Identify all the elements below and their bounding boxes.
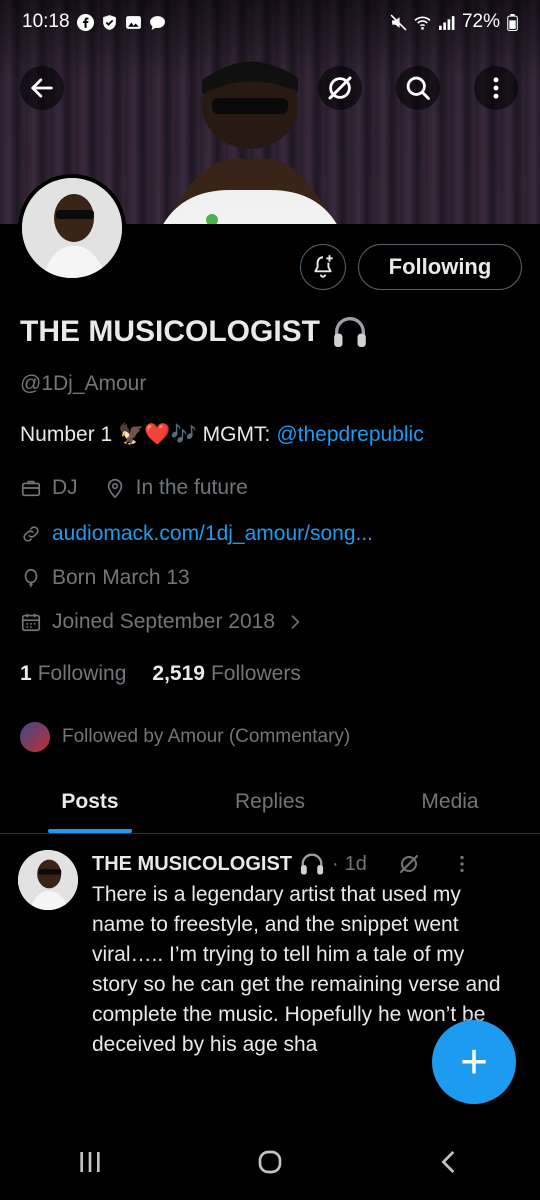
tab-replies[interactable]: Replies [180, 770, 360, 833]
profile-name-text: THE MUSICOLOGIST [20, 315, 320, 348]
bio-text: Number 1 [20, 423, 113, 446]
chat-icon [149, 15, 165, 30]
post-author[interactable]: THE MUSICOLOGIST [92, 853, 292, 876]
profile-category: DJ [52, 476, 78, 499]
followed-by-text: Followed by Amour (Commentary) [62, 726, 351, 747]
balloon-icon [24, 568, 38, 588]
follower-avatar [18, 720, 52, 754]
more-button[interactable] [474, 66, 518, 110]
following-button[interactable]: Following [358, 244, 522, 290]
grok-button[interactable] [318, 66, 362, 110]
battery-percent: 72% [461, 11, 500, 32]
notifications-button[interactable] [300, 244, 346, 290]
battery-icon [507, 13, 518, 31]
post-time: 1d [344, 852, 367, 875]
profile-meta-joined[interactable]: Joined September 2018 [20, 610, 305, 634]
profile-website-link[interactable]: audiomack.com/1dj_amour/song... [52, 522, 373, 546]
bio-mention-link[interactable]: @thepdrepublic [276, 423, 423, 447]
headphones-icon [300, 853, 324, 875]
profile-name: THE MUSICOLOGIST [20, 312, 370, 352]
profile-meta-birthday: Born March 13 [20, 566, 190, 590]
profile-joined: Joined September 2018 [52, 610, 275, 633]
profile-bio: Number 1 🦅❤️🎶 MGMT: @thepdrepublic [20, 423, 424, 447]
post-header: THE MUSICOLOGIST · 1d [92, 850, 522, 878]
chevron-right-icon [291, 615, 300, 629]
mute-icon [390, 13, 407, 31]
back-nav-icon[interactable] [430, 1142, 470, 1182]
bio-mgmt: MGMT: [202, 423, 271, 446]
profile-avatar[interactable] [18, 174, 126, 282]
tab-posts[interactable]: Posts [0, 770, 180, 833]
profile-birthday: Born March 13 [52, 566, 190, 589]
tab-media[interactable]: Media [360, 770, 540, 833]
profile-meta-category-location: DJ In the future [20, 476, 248, 500]
followers-label: Followers [210, 662, 301, 685]
system-nav-bar [0, 1124, 540, 1200]
recent-apps-icon[interactable] [70, 1142, 110, 1182]
post-avatar-photo [18, 850, 78, 910]
following-count: 1 [20, 662, 32, 685]
profile-tabs: Posts Replies Media [0, 770, 540, 834]
post-text: There is a legendary artist that used my… [92, 883, 501, 1056]
calendar-icon [21, 613, 41, 632]
follow-counts: 1 Following 2,519 Followers [20, 662, 301, 686]
status-time: 10:18 [22, 11, 70, 32]
compose-button[interactable]: + [432, 1020, 516, 1104]
avatar-photo [22, 178, 122, 278]
briefcase-icon [21, 480, 41, 497]
search-button[interactable] [396, 66, 440, 110]
profile-meta-website: audiomack.com/1dj_amour/song... [20, 522, 373, 546]
headphones-icon [334, 317, 366, 347]
followers-count-link[interactable]: 2,519 Followers [152, 662, 300, 686]
gallery-icon [125, 15, 141, 29]
following-count-link[interactable]: 1 Following [20, 662, 126, 686]
followed-by[interactable]: Followed by Amour (Commentary) [18, 720, 350, 754]
grok-icon [328, 76, 352, 100]
search-icon [406, 76, 430, 100]
back-button[interactable] [20, 66, 64, 110]
bio-emojis: 🦅❤️🎶 [118, 423, 197, 446]
followers-count: 2,519 [152, 662, 205, 685]
following-label: Following [37, 662, 127, 685]
shield-icon [102, 14, 116, 30]
bell-plus-icon [314, 255, 333, 278]
post-avatar[interactable] [18, 850, 78, 910]
profile-handle: @1Dj_Amour [20, 372, 147, 395]
location-pin-icon [107, 478, 122, 499]
more-vertical-icon [493, 77, 499, 99]
home-icon[interactable] [250, 1142, 290, 1182]
grok-icon[interactable] [397, 852, 421, 876]
arrow-left-icon [31, 78, 53, 98]
facebook-icon [76, 13, 94, 31]
more-vertical-icon[interactable] [451, 853, 473, 875]
wifi-icon [414, 16, 431, 30]
status-bar: 10:18 72% [0, 0, 540, 44]
post-dot: · [332, 852, 339, 875]
signal-icon [439, 15, 455, 30]
profile-location: In the future [135, 476, 248, 499]
link-icon [23, 526, 39, 542]
